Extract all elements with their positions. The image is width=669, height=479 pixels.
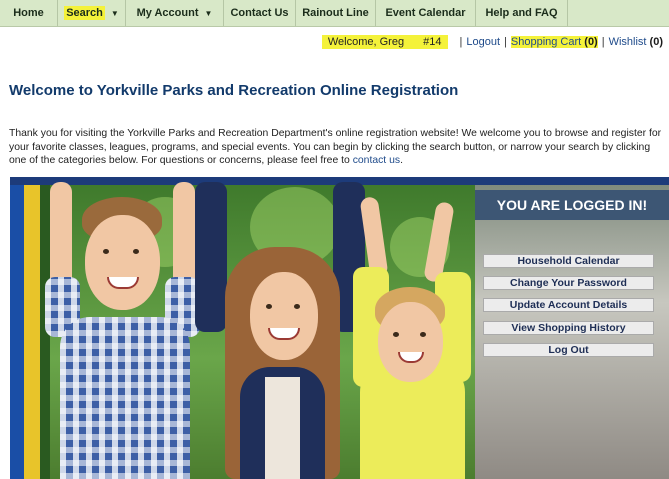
boy-smile (107, 277, 139, 289)
shopping-cart-link[interactable]: Shopping Cart (0) (510, 36, 598, 48)
nav-help-faq-label: Help and FAQ (485, 7, 558, 19)
boy-face (85, 215, 160, 310)
toddler-left-arm (359, 196, 389, 278)
contact-us-link[interactable]: contact us (353, 155, 400, 166)
welcome-greeting: Welcome, Greg #14 (321, 35, 448, 49)
logged-in-panel: YOU ARE LOGGED IN! Household Calendar Ch… (475, 185, 669, 479)
nav-rainout-line-label: Rainout Line (302, 7, 369, 19)
divider: | (459, 36, 463, 48)
user-bar: Welcome, Greg #14 | Logout | Shopping Ca… (321, 35, 663, 49)
nav-my-account[interactable]: My Account ▼ (126, 0, 224, 26)
view-shopping-history-button[interactable]: View Shopping History (483, 321, 654, 335)
boy-right-arm (173, 182, 195, 292)
nav-home-label: Home (13, 7, 44, 19)
top-nav: Home Search ▼ My Account ▼ Contact Us Rain… (0, 0, 669, 27)
shopping-cart-label: Shopping Cart (510, 36, 582, 48)
wishlist-label: Wishlist (608, 36, 647, 48)
member-number: #14 (423, 36, 442, 48)
boy-figure (40, 177, 210, 479)
intro-text: Thank you for visiting the Yorkville Par… (9, 128, 662, 166)
nav-my-account-label: My Account (136, 7, 199, 19)
welcome-text: Welcome, Greg (327, 36, 405, 48)
nav-help-faq[interactable]: Help and FAQ (476, 0, 568, 26)
eye (266, 304, 272, 309)
girl-shirt (265, 377, 300, 479)
chevron-down-icon: ▼ (110, 8, 119, 18)
intro-end: . (400, 155, 403, 166)
eye (420, 332, 426, 337)
update-account-details-button[interactable]: Update Account Details (483, 298, 654, 312)
nav-contact-us[interactable]: Contact Us (224, 0, 296, 26)
toddler-right-arm (423, 201, 455, 283)
nav-home[interactable]: Home (0, 0, 58, 26)
nav-search-label: Search (64, 6, 105, 20)
eye (133, 249, 139, 254)
nav-event-calendar-label: Event Calendar (385, 7, 466, 19)
wishlist-count: (0) (649, 36, 663, 48)
chevron-down-icon: ▼ (204, 8, 213, 18)
nav-filler (568, 0, 669, 26)
nav-rainout-line[interactable]: Rainout Line (296, 0, 376, 26)
girl-figure (195, 177, 365, 479)
household-calendar-button[interactable]: Household Calendar (483, 254, 654, 268)
nav-event-calendar[interactable]: Event Calendar (376, 0, 476, 26)
shopping-cart-count: (0) (584, 36, 598, 48)
wishlist-link[interactable]: Wishlist (0) (609, 36, 663, 48)
logout-link[interactable]: Logout (466, 36, 500, 48)
log-out-button[interactable]: Log Out (483, 343, 654, 357)
eye (393, 332, 399, 337)
toddler-smile (398, 352, 424, 363)
nav-search[interactable]: Search ▼ (58, 0, 126, 26)
panel-heading: YOU ARE LOGGED IN! (475, 190, 669, 220)
toddler-face (378, 302, 443, 382)
eye (103, 249, 109, 254)
boy-left-arm (50, 182, 72, 292)
intro-paragraph: Thank you for visiting the Yorkville Par… (9, 127, 669, 168)
boy-plaid-shirt (60, 317, 190, 479)
divider: | (504, 36, 507, 48)
girl-left-sleeve (195, 182, 227, 332)
eye (294, 304, 300, 309)
girl-face (250, 272, 318, 360)
nav-contact-us-label: Contact Us (230, 7, 289, 19)
page-title: Welcome to Yorkville Parks and Recreatio… (9, 82, 459, 99)
girl-smile (268, 328, 300, 340)
divider: | (601, 36, 605, 48)
toddler-figure (345, 177, 475, 479)
change-password-button[interactable]: Change Your Password (483, 276, 654, 290)
